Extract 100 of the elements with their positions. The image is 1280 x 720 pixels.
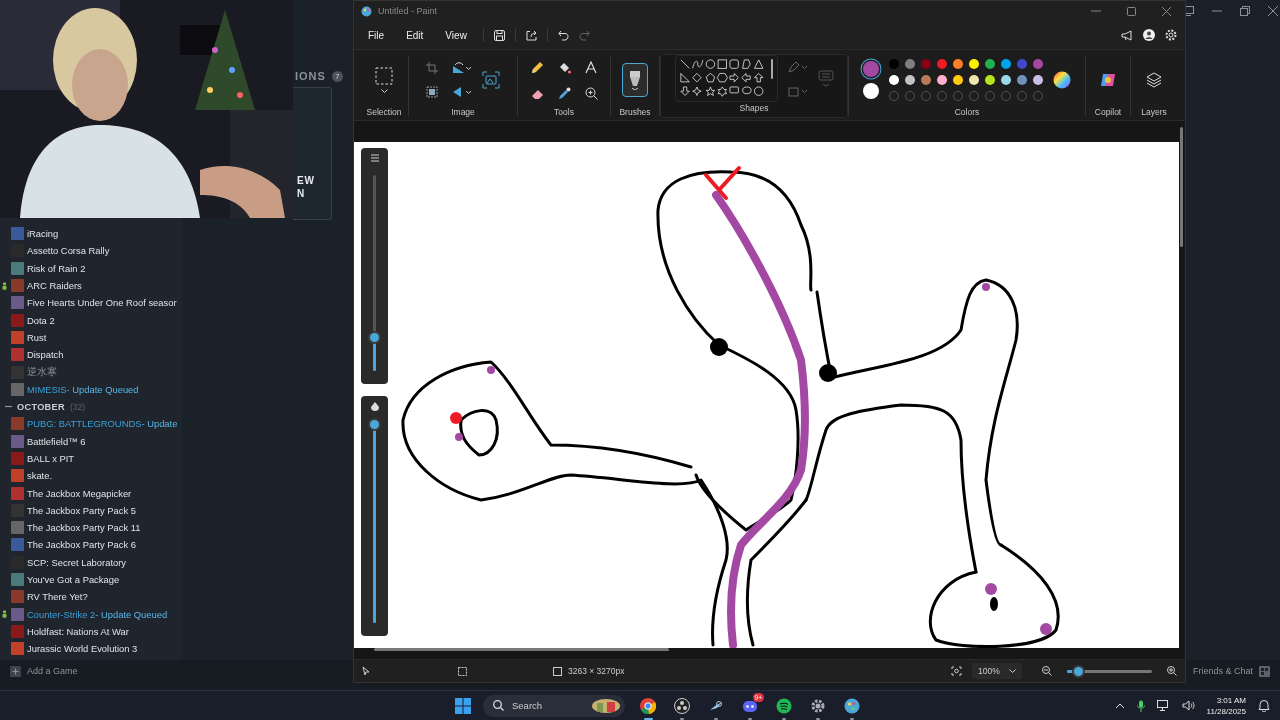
color-picker-icon[interactable] [557, 86, 571, 100]
card-background[interactable]: EW N [293, 87, 332, 220]
search-bar[interactable]: Search [483, 694, 625, 717]
clock-date[interactable]: 11/28/2025 [1206, 705, 1246, 717]
start-icon[interactable] [455, 697, 471, 714]
palette-icon[interactable] [844, 697, 860, 714]
layers-icon[interactable] [1146, 72, 1162, 88]
game-title[interactable]: iRacing [27, 228, 59, 240]
fit-to-window-icon[interactable] [951, 666, 962, 676]
color-swatch[interactable] [969, 75, 979, 85]
scrollbar-thumb[interactable] [374, 648, 669, 651]
game-title[interactable]: Dota 2 [27, 314, 55, 326]
color-swatch[interactable] [953, 59, 963, 69]
selection-button[interactable] [375, 67, 393, 93]
menu-item[interactable]: View [439, 29, 473, 41]
flip-icon[interactable] [452, 86, 472, 98]
account-icon[interactable] [1143, 29, 1155, 41]
game-title[interactable]: Rust [27, 331, 47, 343]
volume-icon[interactable] [1181, 700, 1195, 711]
game-title[interactable]: Assetto Corsa Rally [27, 245, 110, 257]
image-select-icon[interactable] [482, 71, 500, 89]
zoom-dropdown[interactable]: 100% [972, 663, 1022, 679]
color-swatch[interactable] [905, 75, 915, 85]
game-title[interactable]: BALL x PIT [27, 453, 75, 464]
text-icon[interactable] [584, 60, 597, 74]
slider-thumb[interactable] [1073, 666, 1083, 676]
color-swatch[interactable] [1017, 75, 1027, 85]
game-title[interactable]: PUBG: BATTLEGROUNDS- Update [27, 418, 178, 430]
game-title[interactable]: Jurassic World Evolution 3 [27, 643, 138, 655]
add-game-button[interactable]: Add a Game [10, 665, 78, 677]
settings-icon[interactable] [1165, 29, 1177, 41]
color-swatch[interactable] [1001, 75, 1011, 85]
section-heading[interactable]: OCTOBER [17, 401, 65, 412]
crop-icon[interactable] [426, 62, 438, 74]
color-swatch[interactable] [953, 75, 963, 85]
current-color-swatch[interactable] [863, 61, 879, 77]
game-title[interactable]: The Jackbox Party Pack 5 [27, 504, 136, 516]
copilot-icon[interactable] [1100, 72, 1116, 88]
color-swatch[interactable] [1017, 59, 1027, 69]
game-title[interactable]: Five Hearts Under One Roof seasor [27, 297, 177, 309]
canvas-background[interactable] [354, 142, 1179, 648]
game-title[interactable]: RV There Yet? [27, 591, 88, 603]
color-swatch[interactable] [985, 75, 995, 85]
shapes-gallery[interactable] [674, 55, 778, 102]
color-swatch[interactable] [969, 59, 979, 69]
brush-button[interactable] [622, 63, 648, 97]
close-icon[interactable] [1162, 6, 1171, 16]
color-swatch[interactable] [1033, 75, 1043, 85]
color-swatch[interactable] [985, 59, 995, 69]
redo-icon[interactable] [578, 29, 590, 41]
rotate-icon[interactable] [452, 62, 472, 74]
game-title[interactable]: Risk of Rain 2 [27, 262, 86, 274]
game-title[interactable]: 逆水寒 [27, 365, 57, 379]
game-title[interactable]: Counter-Strike 2- Update Queued [27, 608, 168, 620]
browser-icon[interactable] [640, 697, 656, 714]
menu-item[interactable]: Edit [400, 29, 430, 41]
color-swatch[interactable] [1033, 59, 1043, 69]
game-title[interactable]: ARC Raiders [27, 280, 82, 292]
search-field[interactable]: Search [512, 700, 583, 711]
microphone-icon[interactable] [1136, 699, 1145, 712]
game-title[interactable]: The Jackbox Party Pack 6 [27, 539, 136, 551]
color-swatch[interactable] [921, 75, 931, 85]
game-title[interactable]: You've Got a Package [27, 574, 120, 586]
save-icon[interactable] [493, 29, 505, 41]
close-icon[interactable] [1268, 6, 1278, 16]
friends-chat-button[interactable]: Friends & Chat [1192, 665, 1270, 677]
undo-icon[interactable] [557, 29, 569, 41]
zoom-in-icon[interactable] [1167, 666, 1177, 676]
color-swatch[interactable] [937, 59, 947, 69]
game-title[interactable]: Dispatch [27, 349, 64, 361]
menu-item[interactable]: File [362, 29, 391, 41]
game-title[interactable]: SCP: Secret Laboratory [27, 556, 126, 568]
pencil-icon[interactable] [530, 60, 544, 74]
notification-bell-icon[interactable] [1258, 699, 1270, 712]
game-title[interactable]: Holdfast: Nations At War [27, 625, 129, 637]
color-swatch[interactable] [1001, 59, 1011, 69]
game-title[interactable]: skate. [27, 470, 52, 482]
restore-icon[interactable] [1240, 6, 1250, 16]
game-title[interactable]: MIMESIS- Update Queued [27, 383, 139, 395]
game-title[interactable]: The Jackbox Party Pack 11 [27, 522, 141, 534]
resize-icon[interactable] [426, 86, 438, 98]
color-swatch[interactable] [889, 75, 899, 85]
slider-thumb[interactable] [370, 332, 379, 342]
megaphone-icon[interactable] [1121, 29, 1133, 41]
music-icon[interactable] [776, 697, 792, 714]
maximize-icon[interactable] [1127, 6, 1136, 16]
current-color-swatch[interactable] [863, 83, 879, 99]
settings-icon[interactable] [810, 697, 826, 714]
color-swatch[interactable] [889, 59, 899, 69]
clock-time[interactable]: 3:01 AM [1216, 694, 1246, 706]
magnifier-icon[interactable] [584, 86, 598, 100]
game-title[interactable]: The Jackbox Megapicker [27, 487, 132, 499]
color-swatch[interactable] [921, 59, 931, 69]
network-icon[interactable] [1156, 700, 1170, 711]
color-swatch[interactable] [937, 75, 947, 85]
zoom-out-icon[interactable] [1042, 666, 1052, 676]
share-icon[interactable] [525, 29, 537, 41]
color-swatch[interactable] [905, 59, 915, 69]
game-title[interactable]: Battlefield™ 6 [27, 435, 86, 447]
slider-thumb[interactable] [370, 420, 379, 429]
